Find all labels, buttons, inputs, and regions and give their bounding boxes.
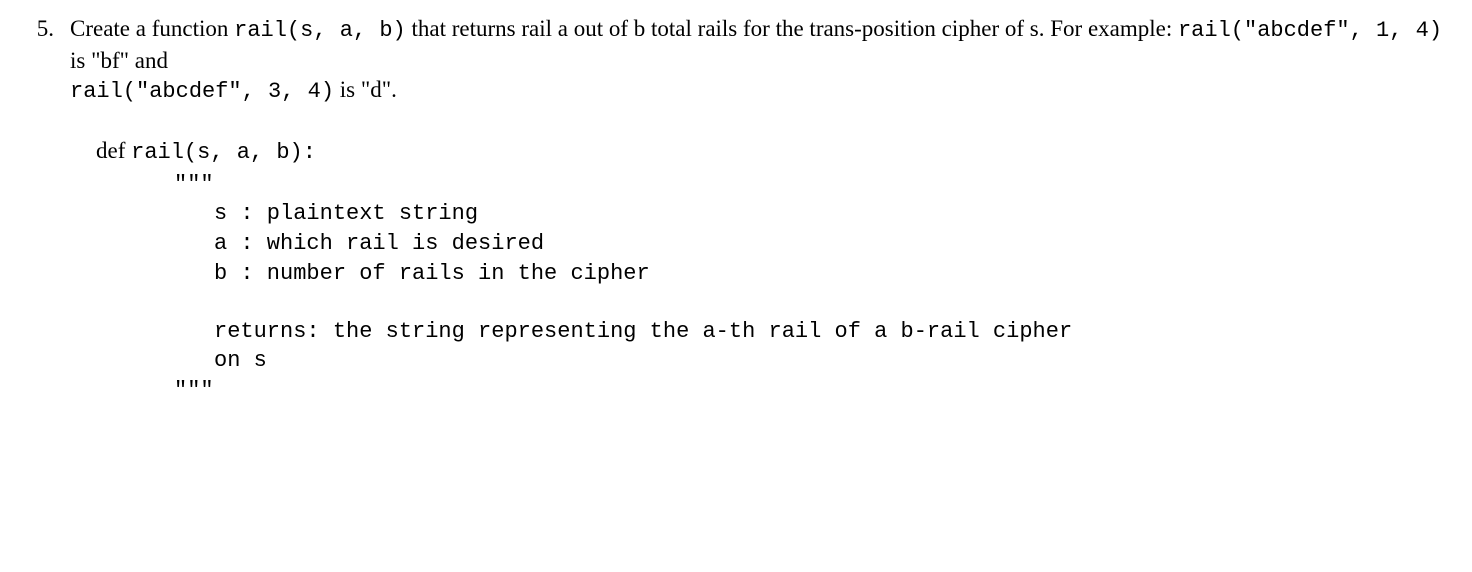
docstring-open: """	[174, 170, 1452, 200]
docstring-param-s: s : plaintext string	[214, 199, 1452, 229]
def-keyword: def	[96, 138, 131, 163]
problem-body: Create a function rail(s, a, b) that ret…	[70, 14, 1452, 406]
code-block: def rail(s, a, b): """ s : plaintext str…	[96, 135, 1452, 406]
problem-text: Create a function rail(s, a, b) that ret…	[70, 14, 1452, 107]
inline-code: rail("abcdef", 1, 4)	[1178, 18, 1442, 43]
docstring-close: """	[174, 376, 1452, 406]
blank-line	[96, 289, 1452, 317]
docstring-returns-line2: on s	[214, 346, 1452, 376]
function-signature: rail(s, a, b):	[131, 140, 316, 165]
docstring-param-b: b : number of rails in the cipher	[214, 259, 1452, 289]
problem-container: 5. Create a function rail(s, a, b) that …	[30, 14, 1452, 406]
docstring-param-a: a : which rail is desired	[214, 229, 1452, 259]
text-segment: that returns rail a out of b total rails…	[406, 16, 1178, 41]
function-def-line: def rail(s, a, b):	[96, 135, 1452, 168]
text-segment: Create a function	[70, 16, 234, 41]
text-segment: is "d".	[334, 77, 397, 102]
problem-number: 5.	[30, 14, 54, 44]
inline-code: rail(s, a, b)	[234, 18, 406, 43]
text-segment: is "bf" and	[70, 48, 168, 73]
inline-code: rail("abcdef", 3, 4)	[70, 79, 334, 104]
docstring-returns-line1: returns: the string representing the a-t…	[214, 317, 1452, 347]
